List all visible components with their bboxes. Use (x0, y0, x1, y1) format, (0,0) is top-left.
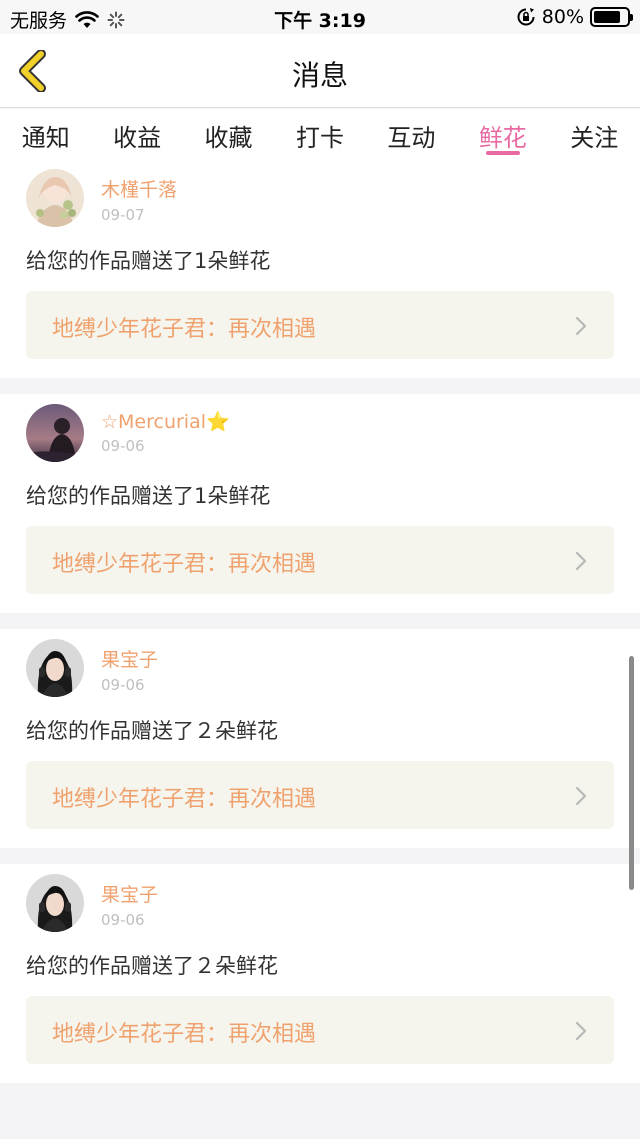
work-title: 地缚少年花子君：再次相遇 (52, 787, 317, 812)
message-text: 给您的作品赠送了２朵鲜花 (26, 954, 278, 978)
work-link[interactable]: 地缚少年花子君：再次相遇 (26, 526, 614, 594)
tab-bar: 通知 收益 收藏 打卡 互动 鲜花 关注 (0, 109, 640, 159)
card-header: 木槿千落 09-07 (26, 167, 614, 235)
work-link[interactable]: 地缚少年花子君：再次相遇 (26, 761, 614, 829)
battery-icon (590, 7, 633, 27)
scrollbar[interactable] (629, 656, 634, 890)
flower-message-card: ☆Mercurial⭐ 09-06 给您的作品赠送了1朵鲜花 地缚少年花子君：再… (0, 394, 640, 613)
message-date: 09-07 (101, 206, 145, 224)
flower-message-card: 果宝子 09-06 给您的作品赠送了２朵鲜花 地缚少年花子君：再次相遇 (0, 864, 640, 1083)
chevron-right-icon (575, 551, 587, 571)
tab-0[interactable]: 通知 (0, 109, 91, 159)
message-text: 给您的作品赠送了1朵鲜花 (26, 484, 271, 508)
message-text: 给您的作品赠送了1朵鲜花 (26, 249, 271, 273)
message-date: 09-06 (101, 911, 145, 929)
flower-message-card: 木槿千落 09-07 给您的作品赠送了1朵鲜花 地缚少年花子君：再次相遇 (0, 159, 640, 378)
card-meta: 木槿千落 09-07 (101, 175, 177, 224)
tab-4[interactable]: 互动 (366, 109, 457, 159)
sender-name[interactable]: 果宝子 (101, 880, 158, 907)
work-link[interactable]: 地缚少年花子君：再次相遇 (26, 291, 614, 359)
status-right: 80% (516, 6, 633, 28)
avatar[interactable] (26, 169, 84, 227)
tab-1[interactable]: 收益 (91, 109, 182, 159)
tab-2[interactable]: 收藏 (183, 109, 274, 159)
page-title: 消息 (291, 59, 348, 92)
rotation-lock-icon (517, 8, 535, 26)
chevron-right-icon (575, 316, 587, 336)
tab-6[interactable]: 关注 (549, 109, 640, 159)
card-meta: 果宝子 09-06 (101, 880, 158, 929)
card-header: 果宝子 09-06 (26, 637, 614, 705)
avatar[interactable] (26, 639, 84, 697)
sender-name[interactable]: 木槿千落 (101, 175, 177, 202)
flower-feed: 木槿千落 09-07 给您的作品赠送了1朵鲜花 地缚少年花子君：再次相遇 ☆Me… (0, 159, 640, 1099)
avatar[interactable] (26, 404, 84, 462)
card-header: 果宝子 09-06 (26, 872, 614, 940)
sender-name[interactable]: 果宝子 (101, 645, 158, 672)
battery-percent: 80% (541, 6, 584, 28)
nav-bar: 消息 (0, 34, 640, 108)
chevron-right-icon (575, 1021, 587, 1041)
tab-3[interactable]: 打卡 (274, 109, 365, 159)
work-link[interactable]: 地缚少年花子君：再次相遇 (26, 996, 614, 1064)
tab-5[interactable]: 鲜花 (457, 109, 548, 159)
work-title: 地缚少年花子君：再次相遇 (52, 317, 317, 342)
message-date: 09-06 (101, 676, 145, 694)
card-meta: ☆Mercurial⭐ 09-06 (101, 410, 230, 455)
work-title: 地缚少年花子君：再次相遇 (52, 1022, 317, 1047)
avatar[interactable] (26, 874, 84, 932)
card-header: ☆Mercurial⭐ 09-06 (26, 402, 614, 470)
card-meta: 果宝子 09-06 (101, 645, 158, 694)
work-title: 地缚少年花子君：再次相遇 (52, 552, 317, 577)
chevron-right-icon (575, 786, 587, 806)
flower-message-card: 果宝子 09-06 给您的作品赠送了２朵鲜花 地缚少年花子君：再次相遇 (0, 629, 640, 848)
message-date: 09-06 (101, 437, 145, 455)
message-text: 给您的作品赠送了２朵鲜花 (26, 719, 278, 743)
status-bar: 无服务 下午 3:19 80% (0, 0, 640, 34)
sender-name[interactable]: ☆Mercurial⭐ (101, 410, 230, 433)
